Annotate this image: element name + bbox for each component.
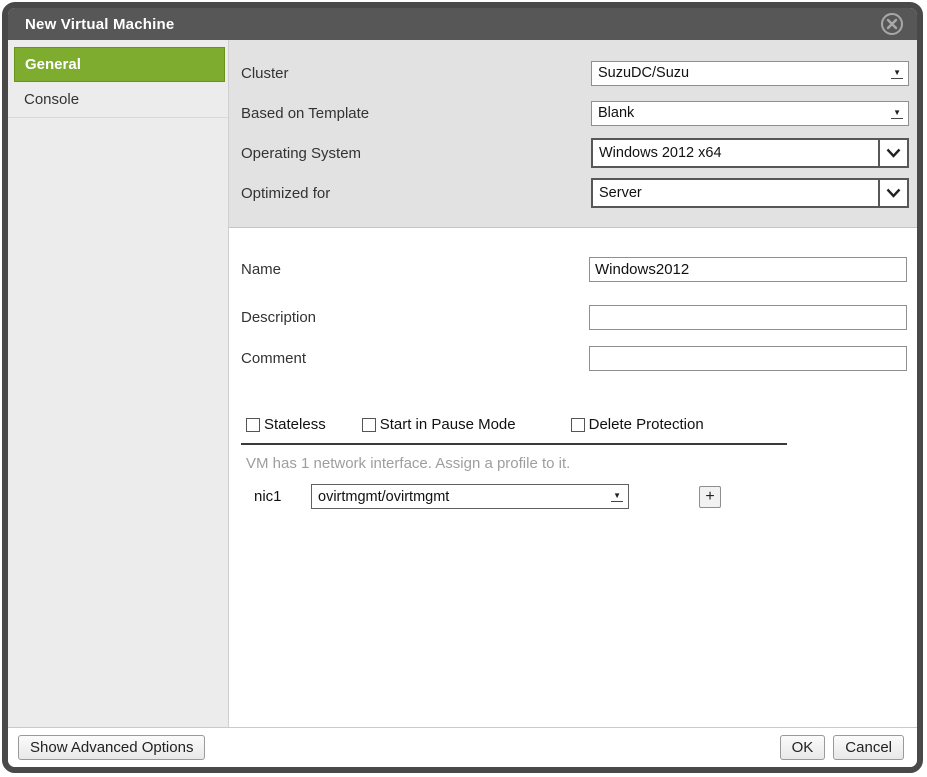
nic-profile-dropdown[interactable]: ovirtmgmt/ovirtmgmt ▼ xyxy=(311,484,629,509)
nic-profile-value: ovirtmgmt/ovirtmgmt xyxy=(318,489,449,505)
dialog-titlebar: New Virtual Machine xyxy=(8,8,917,40)
os-label: Operating System xyxy=(241,145,591,162)
comment-row: Comment xyxy=(229,346,917,371)
os-select[interactable]: Windows 2012 x64 xyxy=(591,138,909,168)
name-label: Name xyxy=(241,261,589,278)
general-section: Name Description Comment Stateless xyxy=(229,228,917,727)
optimized-label: Optimized for xyxy=(241,185,591,202)
nic-row: nic1 ovirtmgmt/ovirtmgmt ▼ + xyxy=(254,484,917,509)
cluster-dropdown[interactable]: SuzuDC/Suzu ▼ xyxy=(591,61,909,86)
cancel-button[interactable]: Cancel xyxy=(833,735,904,760)
cluster-label: Cluster xyxy=(241,65,591,82)
network-separator xyxy=(241,443,787,445)
network-info-text: VM has 1 network interface. Assign a pro… xyxy=(246,455,917,472)
dialog-footer: Show Advanced Options OK Cancel xyxy=(8,727,917,767)
template-value: Blank xyxy=(598,105,634,121)
cluster-row: Cluster SuzuDC/Suzu ▼ xyxy=(241,53,909,93)
name-input[interactable] xyxy=(589,257,907,282)
checkbox-icon xyxy=(246,418,260,432)
start-in-pause-label: Start in Pause Mode xyxy=(380,416,516,433)
template-section: Cluster SuzuDC/Suzu ▼ Based on Template … xyxy=(229,40,917,228)
nic-label: nic1 xyxy=(254,488,299,505)
footer-actions: OK Cancel xyxy=(780,735,904,760)
description-label: Description xyxy=(241,309,589,326)
template-dropdown[interactable]: Blank ▼ xyxy=(591,101,909,126)
add-nic-button[interactable]: + xyxy=(699,486,721,508)
template-row: Based on Template Blank ▼ xyxy=(241,93,909,133)
close-icon[interactable] xyxy=(880,12,904,36)
stateless-checkbox[interactable]: Stateless xyxy=(246,416,326,433)
stateless-label: Stateless xyxy=(264,416,326,433)
new-vm-dialog: New Virtual Machine General Console Clus… xyxy=(2,2,923,773)
caret-down-icon: ▼ xyxy=(891,68,903,79)
os-row: Operating System Windows 2012 x64 xyxy=(241,133,909,173)
ok-button[interactable]: OK xyxy=(780,735,826,760)
name-row: Name xyxy=(229,257,917,282)
caret-down-icon: ▼ xyxy=(891,108,903,119)
cluster-value: SuzuDC/Suzu xyxy=(598,65,689,81)
checkbox-icon xyxy=(571,418,585,432)
chevron-down-icon xyxy=(878,180,907,206)
description-input[interactable] xyxy=(589,305,907,330)
optimized-select[interactable]: Server xyxy=(591,178,909,208)
show-advanced-options-button[interactable]: Show Advanced Options xyxy=(18,735,205,760)
sidebar: General Console xyxy=(8,40,229,727)
os-value: Windows 2012 x64 xyxy=(599,145,722,161)
chevron-down-icon xyxy=(878,140,907,166)
optimized-value: Server xyxy=(599,185,642,201)
comment-label: Comment xyxy=(241,350,589,367)
dialog-title: New Virtual Machine xyxy=(25,16,174,33)
description-row: Description xyxy=(229,305,917,330)
sidebar-item-console[interactable]: Console xyxy=(8,82,228,118)
checkbox-icon xyxy=(362,418,376,432)
comment-input[interactable] xyxy=(589,346,907,371)
checkbox-row: Stateless Start in Pause Mode Delete Pro… xyxy=(246,416,917,433)
start-in-pause-checkbox[interactable]: Start in Pause Mode xyxy=(362,416,516,433)
delete-protection-checkbox[interactable]: Delete Protection xyxy=(571,416,704,433)
sidebar-item-general[interactable]: General xyxy=(14,47,225,82)
delete-protection-label: Delete Protection xyxy=(589,416,704,433)
template-label: Based on Template xyxy=(241,105,591,122)
optimized-row: Optimized for Server xyxy=(241,173,909,213)
caret-down-icon: ▼ xyxy=(611,491,623,502)
content-area: Cluster SuzuDC/Suzu ▼ Based on Template … xyxy=(229,40,917,727)
dialog-body: General Console Cluster SuzuDC/Suzu ▼ Ba… xyxy=(8,40,917,727)
